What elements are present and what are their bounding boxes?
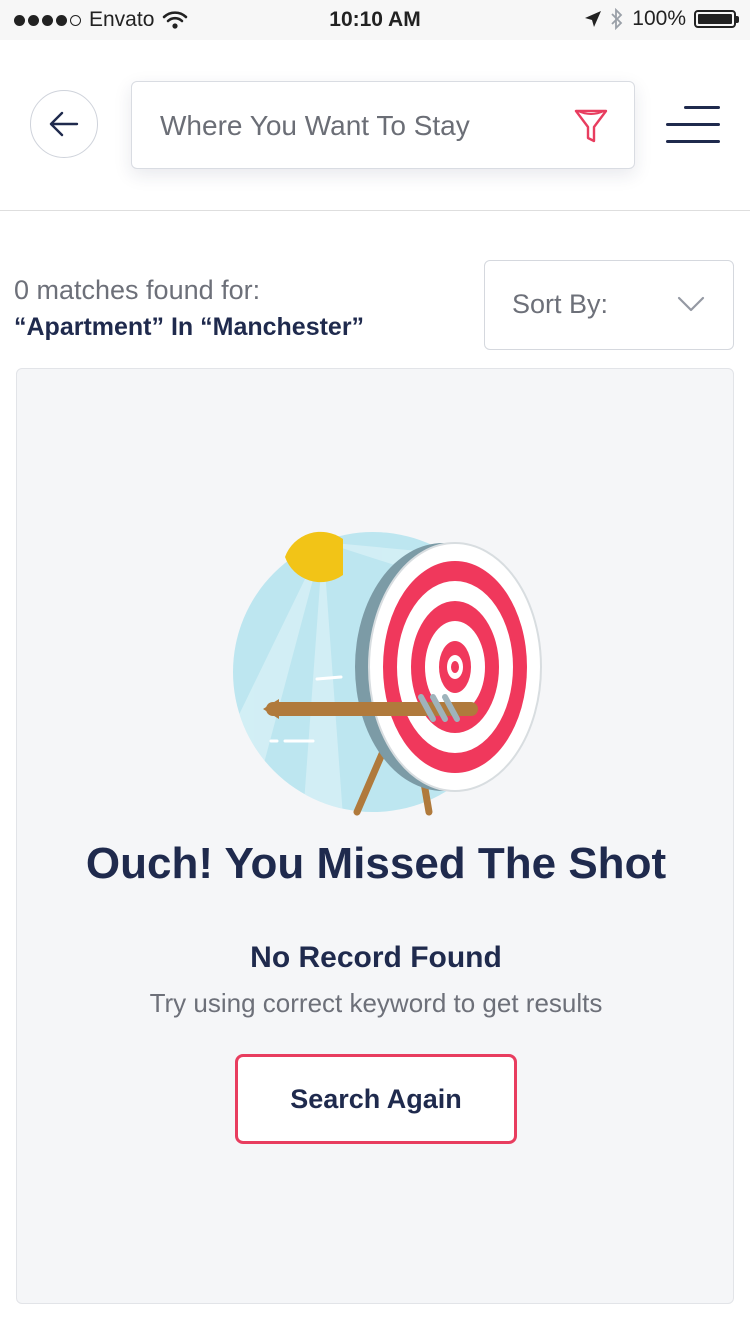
empty-state-hint: Try using correct keyword to get results <box>149 988 603 1018</box>
arrow-left-icon <box>49 111 79 137</box>
results-query: “Apartment” In “Manchester” <box>14 313 365 341</box>
sort-dropdown[interactable]: Sort By: <box>484 260 734 350</box>
funnel-icon[interactable] <box>574 108 608 144</box>
empty-state-subtitle: No Record Found <box>250 941 502 974</box>
search-header <box>0 40 750 211</box>
empty-state-title: Ouch! You Missed The Shot <box>85 839 667 888</box>
location-arrow-icon <box>585 11 602 27</box>
chevron-down-icon <box>677 296 705 312</box>
search-input[interactable] <box>158 82 562 170</box>
search-again-button[interactable]: Search Again <box>235 1054 517 1144</box>
back-button[interactable] <box>30 90 98 158</box>
status-bar: Envato 10:10 AM 100% <box>0 0 750 40</box>
empty-state-card: Ouch! You Missed The Shot No Record Foun… <box>16 368 734 1304</box>
battery-percent: 100% <box>632 7 686 30</box>
sort-label: Sort By: <box>512 289 609 319</box>
target-with-arrow-illustration <box>233 531 542 816</box>
hamburger-menu-icon[interactable] <box>666 106 720 144</box>
results-summary: 0 matches found for: “Apartment” In “Man… <box>14 272 364 346</box>
bluetooth-icon <box>611 8 623 30</box>
status-right: 100% <box>584 7 739 31</box>
results-count: 0 matches found for: <box>14 275 261 305</box>
battery-icon <box>694 10 739 28</box>
search-box <box>131 81 635 170</box>
